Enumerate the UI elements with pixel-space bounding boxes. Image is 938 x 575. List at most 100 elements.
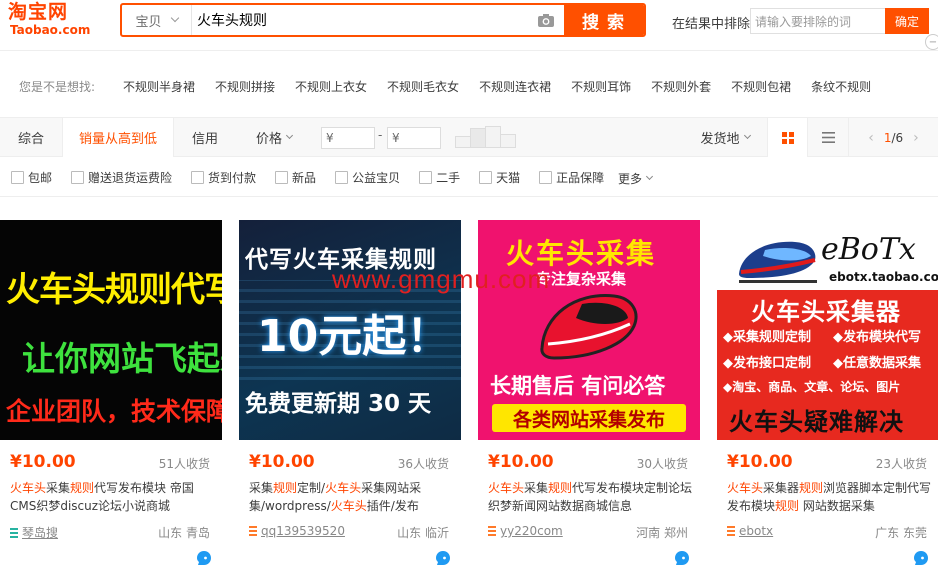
image-text: 火车头规则代写	[6, 270, 222, 310]
checkbox[interactable]	[191, 170, 205, 184]
search-input[interactable]: 火车头规则	[192, 5, 528, 35]
prev-page-icon[interactable]: ‹	[868, 130, 874, 146]
minus-icon[interactable]: −	[925, 34, 938, 50]
product-image[interactable]: 火车头采集 专注复杂采集 长期售后 有问必答 各类网站采集发布	[478, 220, 700, 440]
shop-link[interactable]: 琴岛搜	[10, 524, 58, 541]
ship-from-label: 发货地	[700, 131, 740, 147]
price-distribution-chart[interactable]	[455, 126, 517, 148]
location: 山东 青岛	[158, 526, 210, 540]
suggestion-item[interactable]: 条纹不规则	[811, 78, 871, 95]
product-card[interactable]: 火车头规则代写 让你网站飞起来 企业团队，技术保障 ¥10.00 51人收货 火…	[0, 220, 222, 575]
suggestion-item[interactable]: 不规则包裙	[731, 78, 791, 95]
sort-bar: 综合 销量从高到低 信用 价格 ¥ - ¥ 发货地 ‹ 1/6 ›	[0, 117, 938, 157]
image-text: 让你网站飞起来	[22, 339, 222, 378]
product-title[interactable]: 采集规则定制/火车头采集网站采集/wordpress/火车头插件/发布	[249, 479, 454, 515]
filter-tmall[interactable]: 天猫	[479, 169, 520, 186]
shop-link[interactable]: qq139539520	[249, 524, 345, 538]
suggestion-item[interactable]: 不规则连衣裙	[479, 78, 551, 95]
brand-url: ebotx.taobao.com	[829, 270, 938, 284]
image-text: ◆任意数据采集	[833, 356, 922, 371]
product-image[interactable]: eBoTx ebotx.taobao.com 火车头采集器 ◆采集规则定制 ◆发…	[717, 220, 938, 440]
product-price: ¥10.00	[727, 452, 793, 472]
search-scope-select[interactable]: 宝贝	[122, 5, 192, 35]
shop-link[interactable]: ebotx	[727, 524, 773, 538]
sort-tab-credit[interactable]: 信用	[174, 118, 236, 156]
product-price: ¥10.00	[10, 452, 76, 472]
search-button[interactable]: 搜索	[564, 5, 644, 35]
location: 广东 东莞	[875, 526, 927, 540]
product-image[interactable]: 代写火车采集规则 10元起！ 免费更新期 30 天	[239, 220, 461, 440]
filter-cod[interactable]: 货到付款	[191, 169, 256, 186]
image-text: ◆淘宝、商品、文章、论坛、图片	[723, 380, 901, 394]
checkbox[interactable]	[71, 170, 85, 184]
product-title[interactable]: 火车头采集规则代写发布模块 帝国CMS织梦discuz论坛小说商城	[10, 479, 215, 515]
checkbox[interactable]	[539, 170, 553, 184]
logo-text-cn: 淘宝网	[8, 1, 69, 23]
suggestion-item[interactable]: 不规则半身裙	[123, 78, 195, 95]
suggestion-item[interactable]: 不规则毛衣女	[387, 78, 459, 95]
wangwang-chat-icon[interactable]	[674, 550, 690, 566]
product-title[interactable]: 火车头采集器规则浏览器脚本定制代写发布模块规则 网站数据采集	[727, 479, 932, 515]
more-filters-button[interactable]: 更多	[618, 170, 654, 187]
exclude-confirm-button[interactable]: 确定	[885, 8, 929, 34]
product-title[interactable]: 火车头采集规则代写发布模块定制论坛织梦新闻网站数据商城信息	[488, 479, 693, 515]
product-image[interactable]: 火车头规则代写 让你网站飞起来 企业团队，技术保障	[0, 220, 222, 440]
filter-charity[interactable]: 公益宝贝	[335, 169, 400, 186]
title-part: 火车头	[727, 481, 764, 495]
filter-new[interactable]: 新品	[275, 169, 316, 186]
shop-icon	[10, 527, 18, 538]
shop-name: ebotx	[739, 524, 774, 538]
suggestion-item[interactable]: 不规则耳饰	[571, 78, 631, 95]
next-page-icon[interactable]: ›	[913, 130, 919, 146]
suggestion-label: 您是不是想找:	[19, 79, 96, 94]
ship-from-dropdown[interactable]: 发货地	[690, 118, 760, 156]
sort-tab-price-label: 价格	[255, 131, 282, 147]
filter-return-insurance[interactable]: 赠送退货运费险	[71, 169, 172, 186]
price-max-input[interactable]: ¥	[387, 127, 441, 149]
feature-text: 发布模块代写	[843, 330, 922, 345]
logo-text-en: Taobao.com	[10, 23, 91, 37]
wangwang-chat-icon[interactable]	[196, 550, 212, 566]
exclude-label: 在结果中排除	[672, 17, 751, 32]
checkbox[interactable]	[275, 170, 289, 184]
filter-genuine[interactable]: 正品保障	[539, 169, 604, 186]
title-part: 采集器	[763, 481, 800, 495]
product-card[interactable]: eBoTx ebotx.taobao.com 火车头采集器 ◆采集规则定制 ◆发…	[717, 220, 938, 575]
shop-link[interactable]: yy220com	[488, 524, 563, 538]
title-part: 火车头	[10, 481, 47, 495]
title-part: 采集	[524, 481, 549, 495]
checkbox[interactable]	[479, 170, 493, 184]
sort-tab-price[interactable]: 价格	[236, 118, 312, 156]
sort-tab-default[interactable]: 综合	[0, 118, 62, 156]
title-part: 火车头	[325, 481, 362, 495]
title-part: 规则	[548, 481, 573, 495]
checkbox[interactable]	[419, 170, 433, 184]
camera-icon[interactable]	[528, 5, 564, 35]
image-text: 长期售后 有问必答	[490, 374, 666, 398]
image-text: 免费更新期 30 天	[245, 391, 432, 417]
suggestion-item[interactable]: 不规则外套	[651, 78, 711, 95]
sold-count: 30人收货	[636, 457, 688, 471]
sold-count: 51人收货	[158, 457, 210, 471]
exclude-input[interactable]: 请输入要排除的词	[750, 8, 886, 34]
grid-view-icon[interactable]	[767, 118, 808, 157]
filter-free-shipping[interactable]: 包邮	[11, 169, 52, 186]
sort-tab-sales[interactable]: 销量从高到低	[62, 118, 174, 157]
suggestion-item[interactable]: 不规则上衣女	[295, 78, 367, 95]
wangwang-chat-icon[interactable]	[435, 550, 451, 566]
checkbox[interactable]	[335, 170, 349, 184]
image-text: 火车头疑难解决	[729, 408, 904, 436]
filter-secondhand[interactable]: 二手	[419, 169, 460, 186]
train-head-illustration	[540, 294, 638, 360]
title-part: 网站数据采集	[799, 499, 875, 513]
list-view-icon[interactable]	[809, 118, 847, 157]
suggestion-item[interactable]: 不规则拼接	[215, 78, 275, 95]
price-min-input[interactable]: ¥	[321, 127, 375, 149]
feature-text: 发布接口定制	[733, 356, 812, 371]
taobao-logo[interactable]: 淘宝网 Taobao.com	[8, 2, 92, 38]
checkbox[interactable]	[11, 170, 24, 184]
feature-text: 淘宝、商品、文章、论坛、图片	[732, 380, 901, 394]
divider	[0, 50, 938, 51]
filter-label: 货到付款	[208, 170, 257, 185]
wangwang-chat-icon[interactable]	[913, 550, 929, 566]
